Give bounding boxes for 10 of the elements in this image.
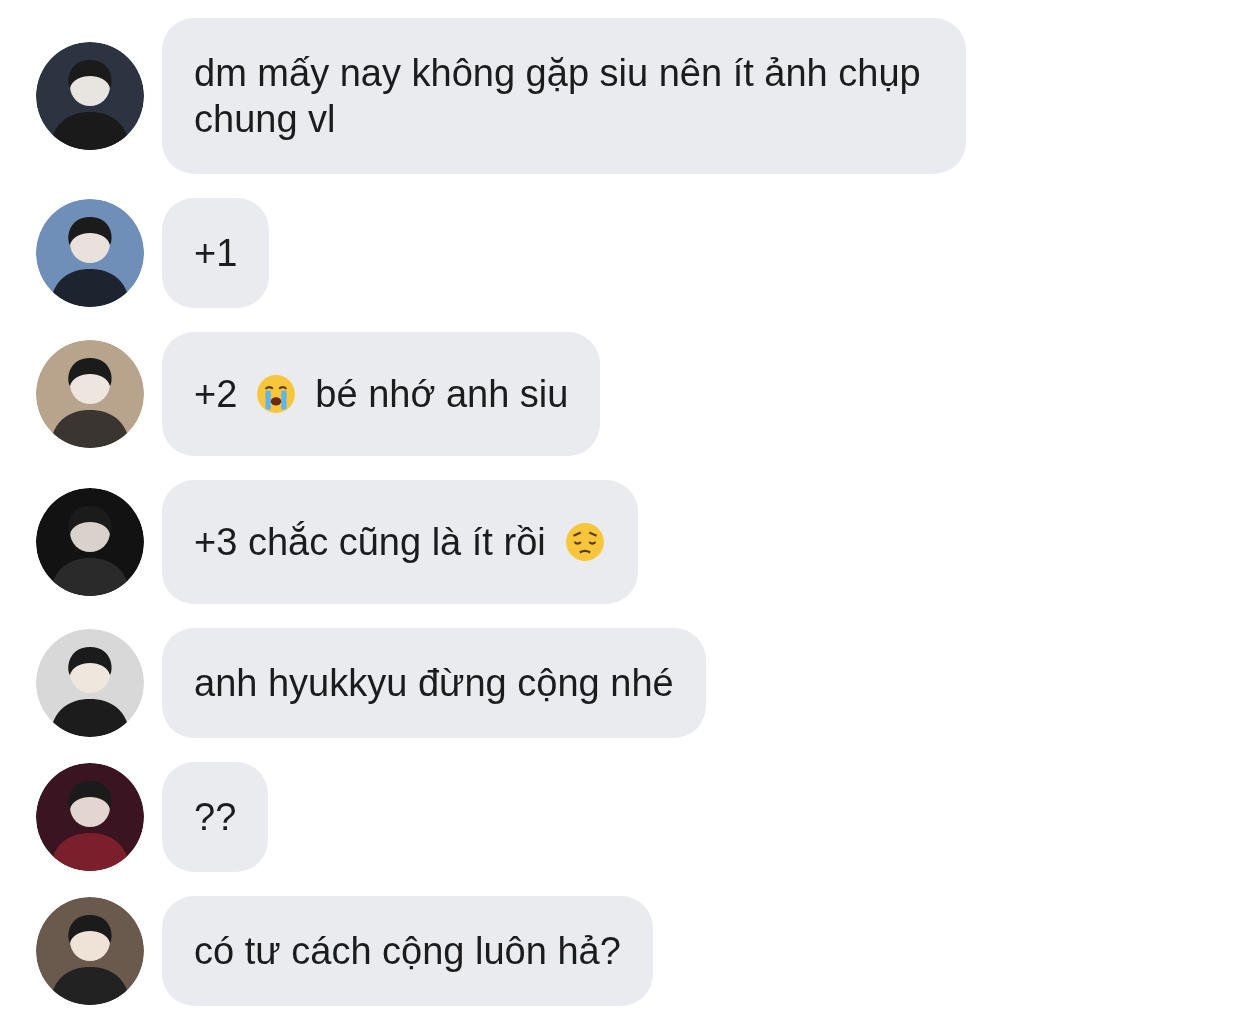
message-text: bé nhớ anh siu	[315, 372, 569, 417]
crying-face-icon	[255, 373, 298, 415]
message-text: anh hyukkyu đừng cộng nhé	[194, 661, 674, 706]
message-text: ??	[194, 795, 237, 840]
message-text: +2	[194, 372, 238, 417]
pensive-face-icon	[563, 521, 606, 563]
message-text: có tư cách cộng luôn hả?	[194, 929, 621, 974]
message-text: dm mấy nay không gặp siu nên ít ảnh chụp chung vl	[194, 51, 922, 142]
message-text: +3 chắc cũng là ít rồi	[194, 520, 546, 565]
message-text: +1	[194, 231, 238, 276]
